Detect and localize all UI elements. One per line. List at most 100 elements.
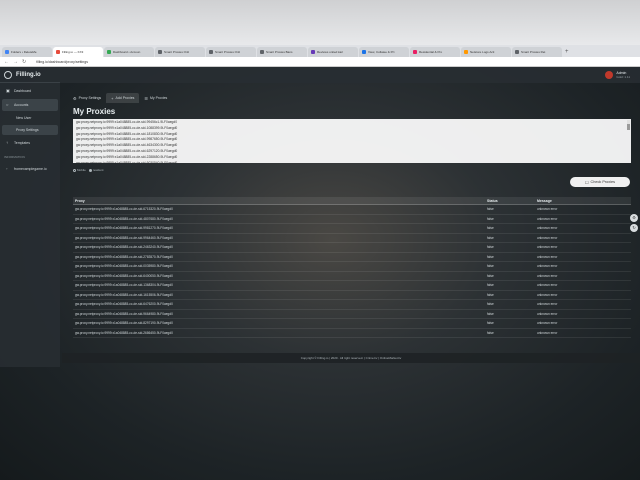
browser-tab-label: View, Collatee & Prt xyxy=(368,50,395,54)
browser-tab[interactable]: Reviews united kari xyxy=(308,47,358,57)
browser-tab-label: Folders • DeleteMe xyxy=(11,50,37,54)
browser-tab[interactable]: Netstore Logs Acti xyxy=(461,47,511,57)
browser-tab[interactable]: Residential & Pro xyxy=(410,47,460,57)
favicon-icon xyxy=(5,50,9,54)
cell-status: false xyxy=(487,321,494,326)
sidebar-item-templates[interactable]: ↑ Templates xyxy=(2,137,58,149)
favicon-icon xyxy=(311,50,315,54)
user-info[interactable]: Admin Gold: 1.11 xyxy=(616,71,630,79)
cell-proxy: gw.proxy.netproxy.io:9999:x1a048885-cc-d… xyxy=(75,254,173,259)
header-status: Status xyxy=(487,198,498,203)
sidebar-item-accounts[interactable]: ○ Accounts xyxy=(2,99,58,111)
reload-icon[interactable]: ↻ xyxy=(22,59,26,65)
sidebar-item-label: Proxy Settings xyxy=(16,128,39,132)
browser-tab-label: Reviews united kari xyxy=(317,50,344,54)
cell-status: false xyxy=(487,302,494,307)
tab-add-proxies[interactable]: + Add Proxies xyxy=(106,93,140,103)
table-row: gw.proxy.netproxy.io:9999:x1a048885-cc-d… xyxy=(73,243,631,253)
url-field[interactable]: filling.io/dashboard/proxy/settings xyxy=(36,60,88,64)
radio-mobile-label: Mobile xyxy=(77,168,86,172)
sidebar-item-label: Templates xyxy=(14,141,30,145)
browser-tab[interactable]: Smart Proxies Onli xyxy=(155,47,205,57)
cell-status: false xyxy=(487,283,494,288)
textarea-scroll-thumb[interactable] xyxy=(627,124,630,130)
cell-message: unknown error xyxy=(537,207,558,212)
cell-status: false xyxy=(487,264,494,269)
cell-proxy: gw.proxy.netproxy.io:9999:x1a048885-cc-d… xyxy=(75,235,173,240)
table-row: gw.proxy.netproxy.io:9999:x1a048885-cc-d… xyxy=(73,215,631,224)
cell-message: unknown error xyxy=(537,254,558,259)
sidebar-item-new-user[interactable]: New User xyxy=(2,113,58,123)
table-row: gw.proxy.netproxy.io:9999:x1a048885-cc-d… xyxy=(73,291,631,300)
browser-tab[interactable]: Smart Proxies Onli xyxy=(206,47,256,57)
browser-tab[interactable]: Folders • DeleteMe xyxy=(2,47,52,57)
cell-proxy: gw.proxy.netproxy.io:9999:x1a048885-cc-d… xyxy=(75,245,173,250)
refresh-icon[interactable]: ↻ xyxy=(630,224,638,232)
table-row: gw.proxy.netproxy.io:9999:x1a048885-cc-d… xyxy=(73,262,631,272)
user-balance: Gold: 1.11 xyxy=(616,75,630,79)
check-proxies-button[interactable]: ☐ Check Proxies xyxy=(570,177,630,187)
proxy-list-textarea[interactable]: gw.proxy.netproxy.io:9999:x1a048885-cc-d… xyxy=(73,119,631,163)
cell-message: unknown error xyxy=(537,245,558,250)
cell-proxy: gw.proxy.netproxy.io:9999:x1a048885-cc-d… xyxy=(75,321,173,326)
sidebar-item-proxy-settings[interactable]: Proxy Settings xyxy=(2,125,58,135)
subtabs: ⚙ Proxy Settings + Add Proxies ☰ My Prox… xyxy=(68,93,634,103)
cell-message: unknown error xyxy=(537,292,558,297)
browser-tab[interactable]: Filling.io — KX3 xyxy=(53,47,103,57)
browser-tab[interactable]: Smart Proxies Bans xyxy=(257,47,307,57)
sidebar-item-dashboard[interactable]: ▣ Dashboard xyxy=(2,85,58,97)
floating-buttons: ⚙ ↻ xyxy=(630,214,638,234)
cell-status: false xyxy=(487,292,494,297)
cell-proxy: gw.proxy.netproxy.io:9999:x1a048885-cc-d… xyxy=(75,264,173,269)
favicon-icon xyxy=(107,50,111,54)
proxy-results-table: Proxy Status Message gw.proxy.netproxy.i… xyxy=(73,197,631,338)
cell-proxy: gw.proxy.netproxy.io:9999:x1a048885-cc-d… xyxy=(75,207,173,212)
brand[interactable]: Filling.io xyxy=(0,67,60,83)
tab-label: My Proxies xyxy=(149,96,168,100)
list-icon: ☰ xyxy=(144,95,148,101)
avatar[interactable] xyxy=(605,71,614,79)
table-row: gw.proxy.netproxy.io:9999:x1a048885-cc-d… xyxy=(73,272,631,281)
browser-tab[interactable]: Smart Proxies Ret xyxy=(512,47,562,57)
table-row: gw.proxy.netproxy.io:9999:x1a048885-cc-d… xyxy=(73,329,631,338)
browser-tab-label: Netstore Logs Acti xyxy=(470,50,495,54)
radio-resident[interactable] xyxy=(88,168,92,172)
favicon-icon xyxy=(260,50,264,54)
cell-status: false xyxy=(487,226,494,231)
browser-tab[interactable]: Dashboard • Accoun xyxy=(104,47,154,57)
cell-proxy: gw.proxy.netproxy.io:9999:x1a048885-cc-d… xyxy=(75,273,173,278)
address-bar: ← → ↻ filling.io/dashboard/proxy/setting… xyxy=(0,57,640,67)
cell-status: false xyxy=(487,207,494,212)
browser-tab-label: Smart Proxies Onli xyxy=(164,50,190,54)
globe-icon xyxy=(4,70,12,79)
favicon-icon xyxy=(209,50,213,54)
favicon-icon xyxy=(464,50,468,54)
sidebar-item-label: New User xyxy=(16,116,32,120)
cell-proxy: gw.proxy.netproxy.io:9999:x1a048885-cc-d… xyxy=(75,226,173,231)
browser-tab-label: Smart Proxies Bans xyxy=(266,50,293,54)
browser-tab-label: Residential & Pro xyxy=(419,50,443,54)
cell-message: unknown error xyxy=(537,235,558,240)
favicon-icon xyxy=(413,50,417,54)
tab-my-proxies[interactable]: ☰ My Proxies xyxy=(139,93,172,103)
cell-proxy: gw.proxy.netproxy.io:9999:x1a048885-cc-d… xyxy=(75,292,173,297)
tab-proxy-settings[interactable]: ⚙ Proxy Settings xyxy=(68,93,106,103)
browser-tab[interactable]: View, Collatee & Prt xyxy=(359,47,409,57)
browser-tab-label: Dashboard • Accoun xyxy=(113,50,141,54)
cell-proxy: gw.proxy.netproxy.io:9999:x1a048885-cc-d… xyxy=(75,311,173,316)
favicon-icon xyxy=(362,50,366,54)
new-tab-icon[interactable]: + xyxy=(565,47,569,57)
cell-status: false xyxy=(487,245,494,250)
gear-icon: ⚙ xyxy=(73,95,77,101)
settings-icon[interactable]: ⚙ xyxy=(630,214,638,222)
check-proxies-label: Check Proxies xyxy=(590,180,616,184)
radio-mobile[interactable] xyxy=(73,168,76,172)
footer: Copyright © Filling.io | 2020 . All righ… xyxy=(62,353,640,363)
cell-proxy: gw.proxy.netproxy.io:9999:x1a048885-cc-d… xyxy=(75,302,173,307)
radio-resident-label: resident xyxy=(92,168,104,172)
sidebar-item-extra[interactable]: ◦ fromexamplegame.io xyxy=(2,163,58,175)
back-icon[interactable]: ← xyxy=(4,59,9,65)
cell-status: false xyxy=(487,330,494,335)
forward-icon[interactable]: → xyxy=(13,59,18,65)
sidebar-item-label: fromexamplegame.io xyxy=(14,167,47,171)
